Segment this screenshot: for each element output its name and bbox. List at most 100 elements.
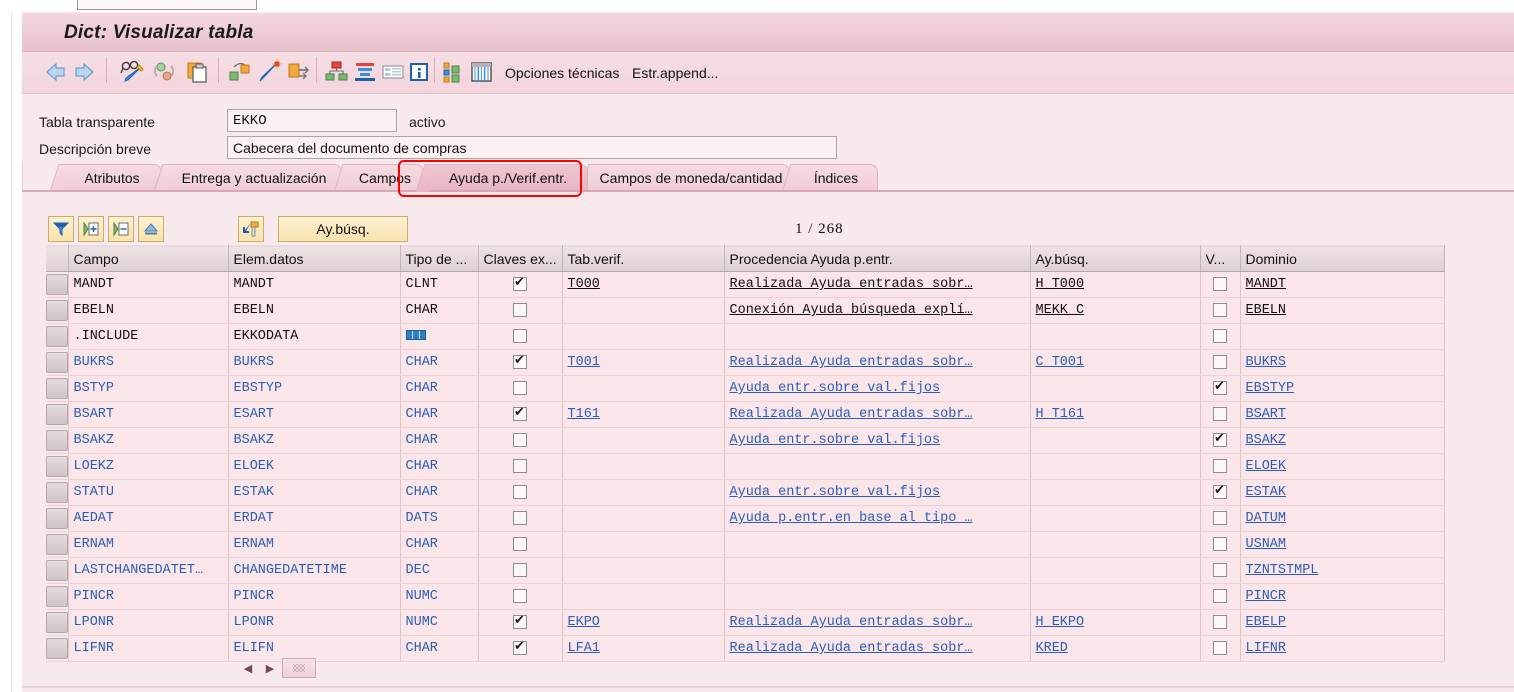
refresh-icon[interactable] xyxy=(152,59,180,85)
cell-claves-externas-checkbox[interactable] xyxy=(513,352,527,370)
cell-v[interactable] xyxy=(1200,505,1241,532)
cell-ay-busq[interactable]: H_EKPO xyxy=(1030,609,1201,636)
description-input[interactable]: Cabecera del documento de compras xyxy=(227,136,837,159)
table-row[interactable]: .INCLUDE EKKODATA xyxy=(46,323,1445,350)
tab-campos-moneda-cantidad[interactable]: Campos de moneda/cantidad xyxy=(579,164,790,192)
cell-dominio[interactable]: LIFNR xyxy=(1240,635,1445,662)
row-select-button[interactable] xyxy=(46,635,69,662)
tab-atributos[interactable]: Atributos xyxy=(49,164,162,192)
sort-up-icon[interactable] xyxy=(138,216,164,242)
cell-v-checkbox[interactable] xyxy=(1213,482,1227,500)
cell-dominio[interactable]: BSAKZ xyxy=(1240,427,1445,454)
table-row[interactable]: MANDT MANDT CLNT T000 Realizada Ayuda entrad… xyxy=(46,271,1445,298)
row-select-handle[interactable] xyxy=(46,352,67,373)
cell-v-checkbox[interactable] xyxy=(1213,406,1227,421)
cell-v[interactable] xyxy=(1200,635,1241,662)
table-row[interactable]: ERNAM ERNAM CHAR USNAM xyxy=(46,531,1445,558)
cell-v-checkbox[interactable] xyxy=(1213,562,1227,577)
table-row[interactable]: BSTYP EBSTYP CHAR Ayuda entr.sobre val.fijo… xyxy=(46,375,1445,402)
cell-dominio[interactable]: USNAM xyxy=(1240,531,1445,558)
row-select-button[interactable] xyxy=(46,271,69,298)
column-header-elem-datos[interactable]: Elem.datos xyxy=(228,245,401,272)
cell-tab-verif[interactable]: T001 xyxy=(562,349,725,376)
table-row[interactable]: PINCR PINCR NUMC PINCR xyxy=(46,583,1445,610)
cell-claves-externas[interactable] xyxy=(478,557,563,584)
table-row[interactable]: LOEKZ ELOEK CHAR ELOEK xyxy=(46,453,1445,480)
cell-dominio[interactable]: TZNTSTMPL xyxy=(1240,557,1445,584)
filter-icon[interactable] xyxy=(48,216,74,242)
cell-claves-externas-checkbox[interactable] xyxy=(513,612,527,630)
row-select-button[interactable] xyxy=(46,505,69,532)
cell-procedencia[interactable]: Conexión Ayuda búsqueda explí… xyxy=(724,297,1031,324)
forward-arrow-icon[interactable] xyxy=(72,59,98,85)
partial-input-field[interactable] xyxy=(77,0,257,10)
cell-dominio[interactable]: MANDT xyxy=(1240,271,1445,298)
cell-v-checkbox[interactable] xyxy=(1213,640,1227,655)
cell-v[interactable] xyxy=(1200,323,1241,350)
cell-claves-externas-checkbox[interactable] xyxy=(513,588,527,603)
cell-claves-externas-checkbox[interactable] xyxy=(513,638,527,656)
row-select-handle[interactable] xyxy=(46,560,67,581)
select-all-header[interactable] xyxy=(46,245,69,272)
search-help-nav-icon[interactable] xyxy=(238,216,264,242)
cell-v[interactable] xyxy=(1200,583,1241,610)
cell-v[interactable] xyxy=(1200,479,1241,506)
row-select-handle[interactable] xyxy=(46,378,67,399)
cell-claves-externas[interactable] xyxy=(478,323,563,350)
tab-ayuda-verif-entr[interactable]: Ayuda p./Verif.entr. xyxy=(415,164,588,192)
delete-row-icon[interactable] xyxy=(108,216,134,242)
cell-claves-externas-checkbox[interactable] xyxy=(513,432,527,447)
column-header-tab-verif[interactable]: Tab.verif. xyxy=(562,245,725,272)
cell-v-checkbox[interactable] xyxy=(1213,378,1227,396)
column-header-v[interactable]: V... xyxy=(1200,245,1241,272)
row-select-button[interactable] xyxy=(46,583,69,610)
cell-tab-verif[interactable]: T000 xyxy=(562,271,725,298)
table-row[interactable]: EBELN EBELN CHAR Conexión Ayuda búsqueda ex… xyxy=(46,297,1445,324)
cell-v[interactable] xyxy=(1200,271,1241,298)
cell-procedencia[interactable]: Realizada Ayuda entradas sobr… xyxy=(724,635,1031,662)
cell-v-checkbox[interactable] xyxy=(1213,430,1227,448)
cell-procedencia[interactable]: Realizada Ayuda entradas sobr… xyxy=(724,349,1031,376)
table-row[interactable]: STATU ESTAK CHAR Ayuda entr.sobre val.fijos… xyxy=(46,479,1445,506)
cell-claves-externas[interactable] xyxy=(478,453,563,480)
row-select-handle[interactable] xyxy=(46,456,67,477)
cell-ay-busq[interactable]: MEKK_C xyxy=(1030,297,1201,324)
table-row[interactable]: AEDAT ERDAT DATS Ayuda p.entr.en base al ti… xyxy=(46,505,1445,532)
append-structure-button[interactable]: Estr.append... xyxy=(632,65,718,81)
list-icon[interactable] xyxy=(380,59,406,85)
expand-arrows-icon[interactable] xyxy=(286,59,312,85)
table-row[interactable]: BUKRS BUKRS CHAR T001 Realizada Ayuda entrad… xyxy=(46,349,1445,376)
row-select-button[interactable] xyxy=(46,609,69,636)
tab-indices[interactable]: Índices xyxy=(781,164,878,192)
row-select-button[interactable] xyxy=(46,375,69,402)
table-row[interactable]: LPONR LPONR NUMC EKPO Realizada Ayuda entrad… xyxy=(46,609,1445,636)
row-select-handle[interactable] xyxy=(46,326,67,347)
cell-claves-externas[interactable] xyxy=(478,271,563,298)
cell-v[interactable] xyxy=(1200,401,1241,428)
cell-v-checkbox[interactable] xyxy=(1213,276,1227,291)
search-help-button[interactable]: Ay.búsq. xyxy=(278,216,408,242)
scroll-right-arrow[interactable]: ▶ xyxy=(260,658,280,678)
row-select-button[interactable] xyxy=(46,349,69,376)
cell-dominio[interactable]: BUKRS xyxy=(1240,349,1445,376)
cell-v-checkbox[interactable] xyxy=(1213,614,1227,629)
cell-claves-externas[interactable] xyxy=(478,609,563,636)
row-select-handle[interactable] xyxy=(46,430,67,451)
cell-tab-verif[interactable]: EKPO xyxy=(562,609,725,636)
row-select-handle[interactable] xyxy=(46,274,67,295)
cell-claves-externas[interactable] xyxy=(478,531,563,558)
row-select-handle[interactable] xyxy=(46,404,67,425)
cell-v-checkbox[interactable] xyxy=(1213,510,1227,525)
tab-campos[interactable]: Campos xyxy=(333,164,424,192)
insert-row-icon[interactable] xyxy=(78,216,104,242)
structure-icon[interactable] xyxy=(324,59,350,85)
cell-claves-externas[interactable] xyxy=(478,583,563,610)
cell-tab-verif[interactable]: T161 xyxy=(562,401,725,428)
technical-options-button[interactable]: Opciones técnicas xyxy=(505,65,619,81)
column-header-procedencia[interactable]: Procedencia Ayuda p.entr. xyxy=(724,245,1031,272)
table-row[interactable]: BSAKZ BSAKZ CHAR Ayuda entr.sobre val.fijos… xyxy=(46,427,1445,454)
row-select-handle[interactable] xyxy=(46,300,67,321)
row-select-handle[interactable] xyxy=(46,586,67,607)
cell-dominio[interactable]: EBELP xyxy=(1240,609,1445,636)
cell-claves-externas[interactable] xyxy=(478,479,563,506)
